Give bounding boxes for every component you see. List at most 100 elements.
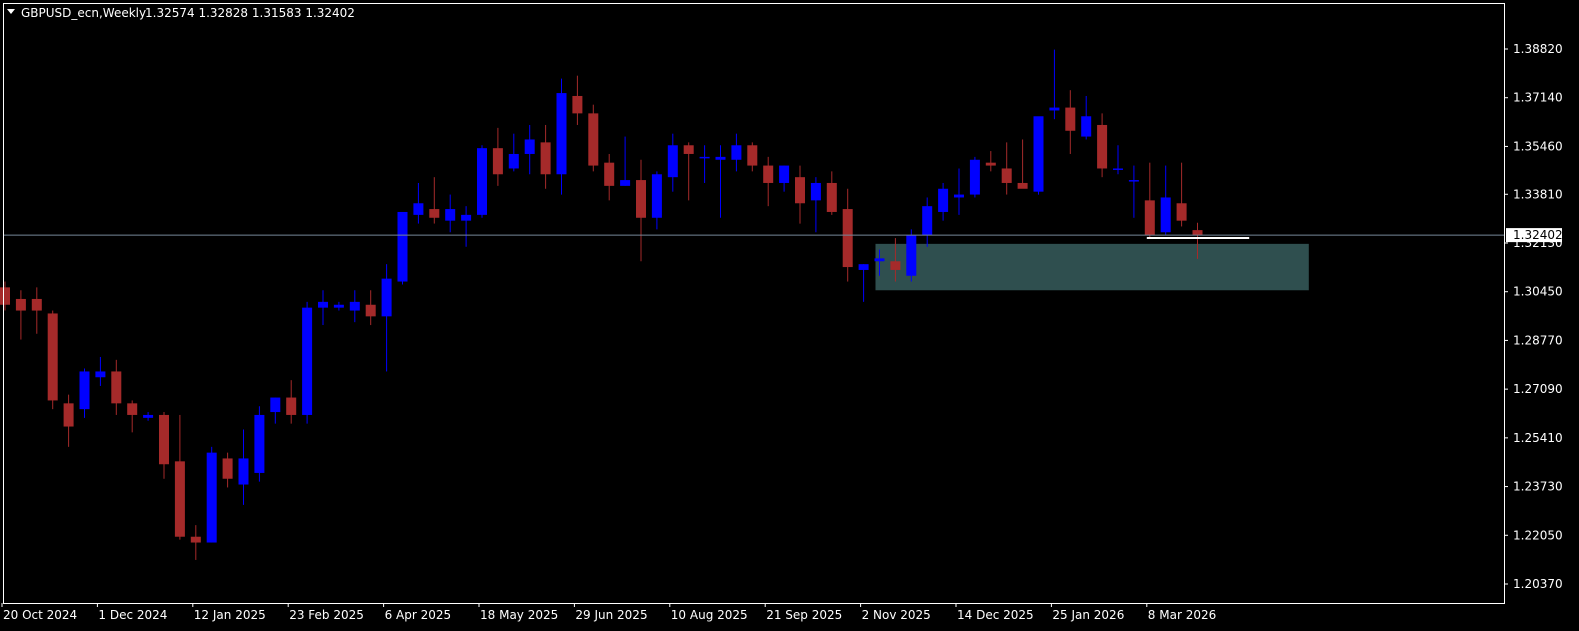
x-tick-label: 6 Apr 2025 [385,608,452,622]
candle-body [572,95,583,114]
candle-body [1128,180,1139,182]
candle[interactable] [1033,116,1044,195]
candle-body [429,209,440,218]
x-tick-label: 1 Dec 2024 [98,608,167,622]
current-price-tag-label: 1.32402 [1513,228,1563,242]
candle-body [413,203,424,215]
candle-body [524,139,535,154]
candle-body [492,148,503,175]
candle-body [1017,182,1028,189]
x-tick-label: 29 Jun 2025 [575,608,647,622]
candle-body [874,258,885,262]
candle[interactable] [588,104,599,172]
candle-body [1113,168,1123,170]
candle-body [938,188,949,212]
candle-body [1192,230,1203,236]
candle-body [365,304,376,317]
candle-body [969,159,980,195]
y-tick-label: 1.35460 [1513,139,1563,153]
candle-body [1081,116,1092,137]
candle-body [381,278,392,317]
candle-body [1033,116,1044,192]
candle[interactable] [397,211,408,285]
candle-body [206,452,217,543]
y-tick-label: 1.22050 [1513,528,1563,542]
candle-body [63,403,74,427]
candle-body [683,145,694,154]
candle-body [159,414,169,465]
demand-zone-rect[interactable] [875,243,1309,291]
y-tick-label: 1.38820 [1513,42,1563,56]
candle-body [0,287,10,305]
candle-body [1049,107,1060,111]
candle-body [954,194,964,198]
candle-body [445,209,456,221]
candle-body [636,180,646,218]
candle-body [270,397,281,413]
candle-body [747,145,758,166]
chart-background [0,0,1579,631]
candle-body [731,145,742,160]
x-tick-label: 8 Mar 2026 [1148,608,1216,622]
chart-canvas[interactable]: 1.388201.371401.354601.338101.321301.304… [0,0,1579,631]
candle-body [985,162,996,166]
y-tick-label: 1.30450 [1513,285,1563,299]
candle-body [111,371,122,404]
candle-body [620,180,631,186]
candle-body [810,182,821,201]
x-tick-label: 21 Sep 2025 [766,608,842,622]
candle-body [1001,168,1012,183]
candle-body [906,235,917,276]
x-tick-label: 14 Dec 2025 [957,608,1034,622]
candle[interactable] [47,310,58,410]
symbol-timeframe-label: GBPUSD_ecn,Weekly [21,6,146,20]
chart-header[interactable]: GBPUSD_ecn,Weekly 1.32574 1.32828 1.3158… [7,6,355,20]
candle-body [1065,107,1076,131]
y-tick-label: 1.23730 [1513,480,1563,494]
candle-body [286,397,297,415]
x-tick-label: 10 Aug 2025 [671,608,748,622]
y-tick-label: 1.33810 [1513,187,1563,201]
candle-body [302,307,313,415]
demand-zone-layer [875,243,1309,291]
candle-body [699,156,710,159]
candle-body [349,301,360,311]
candle[interactable] [969,156,980,198]
candle-body [1160,197,1171,233]
candle-body [127,403,138,415]
candle[interactable] [302,301,313,424]
candle[interactable] [906,229,917,282]
candle-body [588,113,599,166]
candle-body [556,93,567,175]
x-tick-label: 12 Jan 2025 [194,608,266,622]
candle-body [238,458,249,485]
x-tick-label: 25 Jan 2026 [1052,608,1124,622]
candle-body [477,148,487,215]
x-tick-label: 20 Oct 2024 [3,608,77,622]
candle-body [763,165,774,183]
x-tick-label: 2 Nov 2025 [862,608,931,622]
candle-body [667,145,678,178]
candle-body [715,156,726,160]
candle-body [143,414,154,418]
candle[interactable] [477,145,487,218]
candle-body [826,182,837,212]
candle-body [795,177,805,204]
candle[interactable] [254,406,265,482]
candle-body [31,298,42,311]
candle-body [318,301,328,308]
y-tick-label: 1.37140 [1513,91,1563,105]
x-tick-label: 18 May 2025 [480,608,558,622]
candle-body [604,162,615,186]
current-price-tag: 1.32402 [1506,228,1563,243]
candle-body [47,313,58,401]
y-tick-label: 1.25410 [1513,431,1563,445]
candle[interactable] [206,446,217,543]
candle-body [222,458,233,479]
candle-body [1176,203,1187,221]
candle-body [651,174,662,218]
candle-body [779,165,790,183]
y-tick-label: 1.28770 [1513,333,1563,347]
candle-body [842,209,853,268]
candle-body [15,298,26,311]
